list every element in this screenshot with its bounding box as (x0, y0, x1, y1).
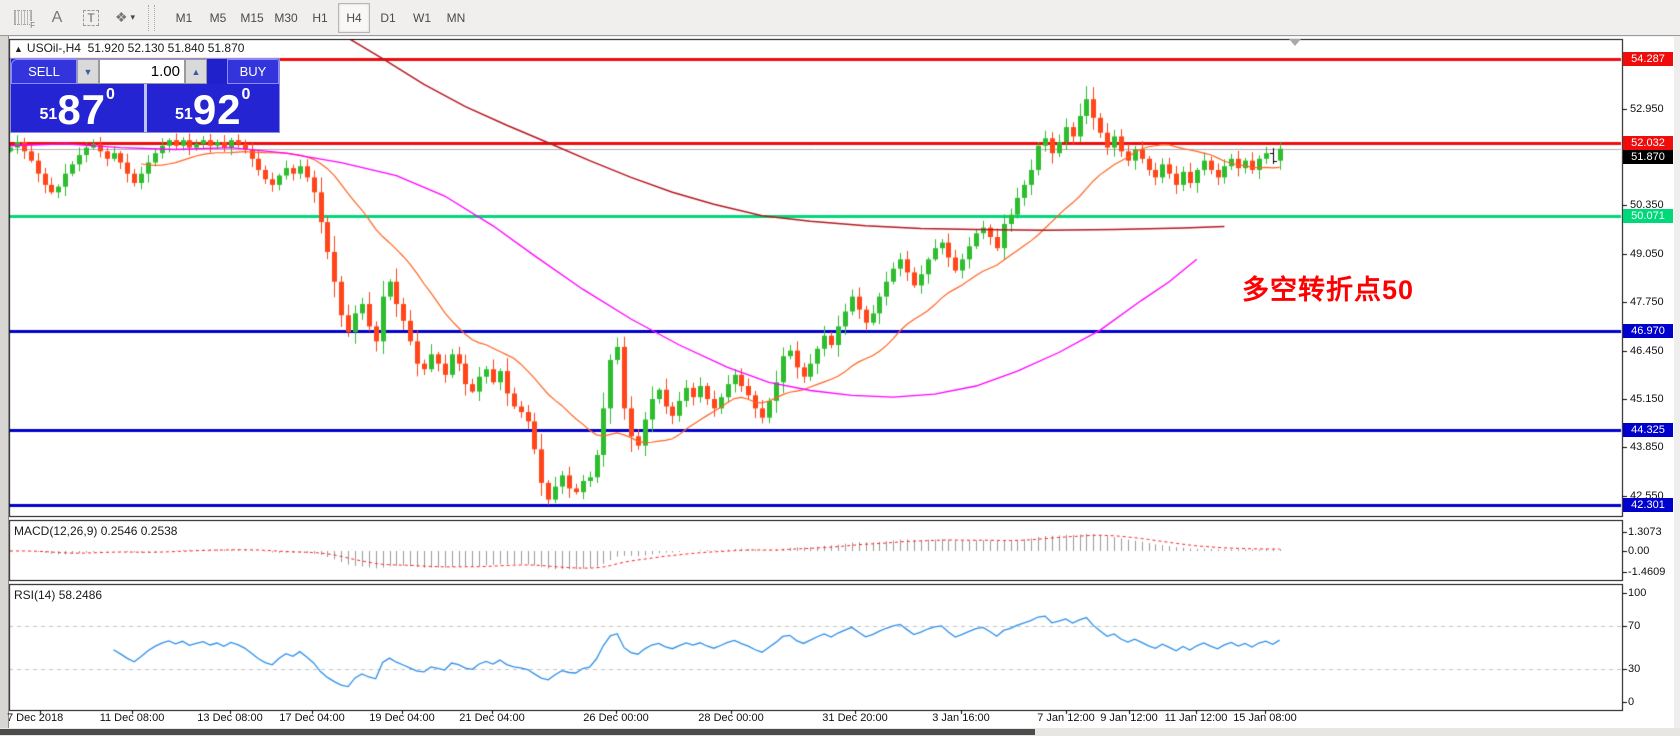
font-icon[interactable]: A (41, 3, 73, 33)
one-click-trading-panel: SELL ▼ ▲ BUY 51 87 0 51 92 0 (10, 58, 280, 133)
chart-text-annotation: 多空转折点50 (1242, 275, 1415, 305)
time-axis-label: 15 Jan 08:00 (1233, 712, 1297, 724)
macd-scale-label: 0.00 (1628, 545, 1650, 557)
volume-increase-button[interactable]: ▲ (185, 59, 207, 84)
time-axis-label: 7 Dec 2018 (7, 712, 64, 724)
time-axis-label: 17 Dec 04:00 (279, 712, 345, 724)
time-axis-label: 26 Dec 00:00 (583, 712, 649, 724)
price-level-badge: 52.032 (1623, 135, 1673, 150)
timeframe-button-m1[interactable]: M1 (168, 3, 200, 33)
rsi-scale-label: 30 (1628, 663, 1641, 676)
price-level-badge: 54.287 (1623, 51, 1673, 66)
symbol-info: ▲ USOil-,H4 51.920 52.130 51.840 51.870 (14, 41, 244, 55)
price-level-badge: 50.071 (1623, 208, 1673, 223)
price-level-badge: 51.870 (1623, 149, 1673, 164)
rsi-scale-label: 0 (1628, 696, 1635, 708)
toolbar: F A T ❖ ▾ M1 M5 M15 M30 H1 H4 D1 W1 MN (0, 0, 1680, 36)
timeframe-button-m15[interactable]: M15 (236, 3, 268, 33)
sell-price-main: 87 (57, 86, 107, 133)
price-level-badge: 42.301 (1623, 498, 1673, 513)
profile-grid-icon[interactable]: F (7, 3, 39, 33)
buy-button[interactable]: BUY (227, 59, 279, 84)
sell-button[interactable]: SELL (11, 59, 77, 84)
timeframe-button-m30[interactable]: M30 (270, 3, 302, 33)
volume-input[interactable] (99, 59, 185, 84)
chart-shift-marker[interactable] (1289, 39, 1301, 46)
price-axis-tick: 43.850 (1630, 441, 1664, 454)
price-axis-tick: 45.150 (1630, 393, 1664, 406)
buy-price-sup: 0 (241, 86, 251, 103)
sell-price-prefix: 51 (39, 106, 58, 123)
left-window-border (0, 36, 9, 736)
buy-price-prefix: 51 (175, 106, 193, 123)
sell-price-display[interactable]: 51 87 0 (11, 84, 144, 132)
toolbar-separator (148, 4, 155, 31)
right-window-border (1674, 36, 1680, 728)
price-level-badge: 46.970 (1623, 324, 1673, 339)
time-axis-label: 31 Dec 20:00 (822, 712, 888, 724)
sell-price-sup: 0 (106, 86, 115, 103)
time-axis-label: 11 Jan 12:00 (1164, 712, 1228, 724)
price-axis-tick: 47.750 (1630, 296, 1664, 309)
price-level-badge: 44.325 (1623, 422, 1673, 437)
timeframe-button-h4[interactable]: H4 (338, 2, 370, 33)
rsi-label: RSI(14) 58.2486 (14, 588, 103, 602)
styles-dropdown-icon[interactable]: ❖ ▾ (109, 3, 141, 33)
time-axis-label: 13 Dec 08:00 (197, 712, 263, 724)
time-axis-label: 9 Jan 12:00 (1100, 712, 1158, 724)
toolbar-icon-group: F A T ❖ ▾ (0, 0, 142, 35)
macd-label: MACD(12,26,9) 0.2546 0.2538 (14, 524, 178, 538)
scrollbar-thumb[interactable] (0, 729, 1035, 735)
timeframe-button-d1[interactable]: D1 (372, 3, 404, 33)
timeframe-button-m5[interactable]: M5 (202, 3, 234, 33)
text-label-icon[interactable]: T (75, 3, 107, 33)
price-axis-tick: 52.950 (1630, 102, 1664, 115)
price-axis-tick: 49.050 (1630, 247, 1664, 260)
time-axis-label: 19 Dec 04:00 (369, 712, 435, 724)
volume-decrease-button[interactable]: ▼ (77, 59, 99, 84)
rsi-scale-label: 100 (1628, 587, 1647, 599)
rsi-scale-label: 70 (1628, 619, 1641, 632)
time-axis-label: 7 Jan 12:00 (1037, 712, 1095, 724)
buy-price-display[interactable]: 51 92 0 (146, 84, 279, 133)
ohlc-values: 51.920 52.130 51.840 51.870 (87, 41, 245, 55)
collapse-triangle-icon[interactable]: ▲ (14, 44, 23, 54)
symbol-name: USOil-,H4 (26, 41, 81, 55)
macd-scale-label: 1.3073 (1628, 526, 1662, 539)
mt4-window: F A T ❖ ▾ M1 M5 M15 M30 H1 H4 D1 W1 MN ▲ USOil-,H… (0, 0, 1680, 736)
price-axis-tick: 46.450 (1630, 344, 1664, 357)
time-axis-label: 11 Dec 08:00 (99, 712, 165, 724)
buy-price-main: 92 (192, 86, 242, 133)
time-axis-label: 3 Jan 16:00 (932, 712, 990, 724)
horizontal-scrollbar[interactable] (0, 728, 1680, 736)
timeframe-button-mn[interactable]: MN (440, 3, 472, 33)
timeframe-button-h1[interactable]: H1 (304, 3, 336, 33)
timeframe-toolbar: M1 M5 M15 M30 H1 H4 D1 W1 MN (161, 0, 473, 35)
timeframe-button-w1[interactable]: W1 (406, 3, 438, 33)
time-axis-label: 28 Dec 00:00 (698, 712, 764, 724)
time-axis-label: 21 Dec 04:00 (459, 712, 525, 724)
macd-scale-label: -1.4609 (1628, 565, 1666, 578)
